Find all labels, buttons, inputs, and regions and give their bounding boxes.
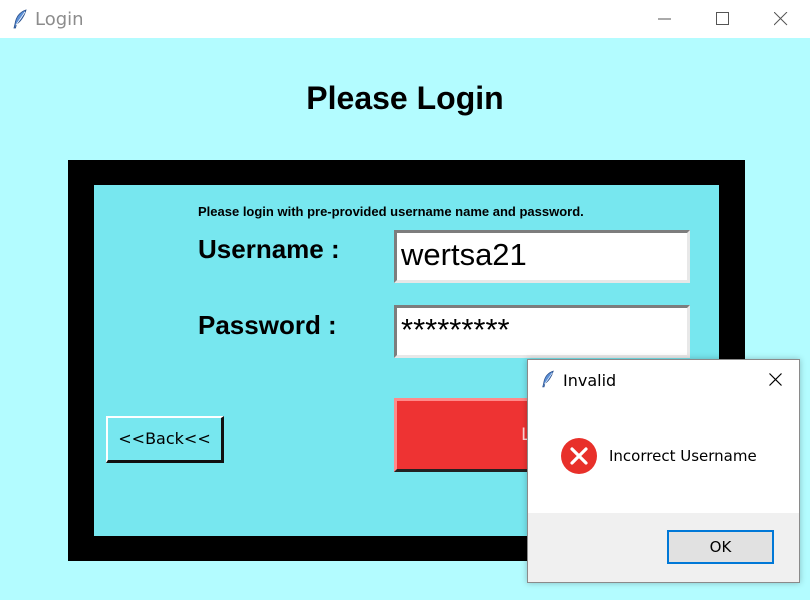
dialog-title-bar: Invalid xyxy=(528,360,799,400)
ok-button[interactable]: OK xyxy=(667,530,774,564)
password-label: Password : xyxy=(198,310,337,340)
minimize-button[interactable] xyxy=(636,0,694,38)
window-title: Login xyxy=(35,9,84,30)
maximize-button[interactable] xyxy=(694,0,752,38)
feather-icon xyxy=(541,370,555,388)
username-label: Username : xyxy=(198,234,340,264)
password-field[interactable]: ********* xyxy=(394,305,690,358)
instructions-text: Please login with pre-provided username … xyxy=(198,204,584,219)
title-bar: Login xyxy=(0,0,810,38)
dialog-footer: OK xyxy=(528,513,799,582)
close-icon xyxy=(769,373,782,386)
login-window: Login Please Login Please login with pre… xyxy=(0,0,810,600)
invalid-dialog: Invalid Incorrect Username OK xyxy=(527,359,800,583)
maximize-icon xyxy=(716,12,729,25)
dialog-message: Incorrect Username xyxy=(609,447,757,465)
error-icon xyxy=(560,437,598,475)
username-field[interactable]: wertsa21 xyxy=(394,230,690,283)
dialog-close-button[interactable] xyxy=(762,368,790,392)
close-icon xyxy=(774,12,788,26)
dialog-title: Invalid xyxy=(563,371,617,390)
page-title: Please Login xyxy=(306,80,504,116)
back-button[interactable]: <<Back<< xyxy=(106,416,224,463)
minimize-icon xyxy=(658,18,671,20)
close-button[interactable] xyxy=(752,0,810,38)
feather-icon xyxy=(12,9,28,29)
